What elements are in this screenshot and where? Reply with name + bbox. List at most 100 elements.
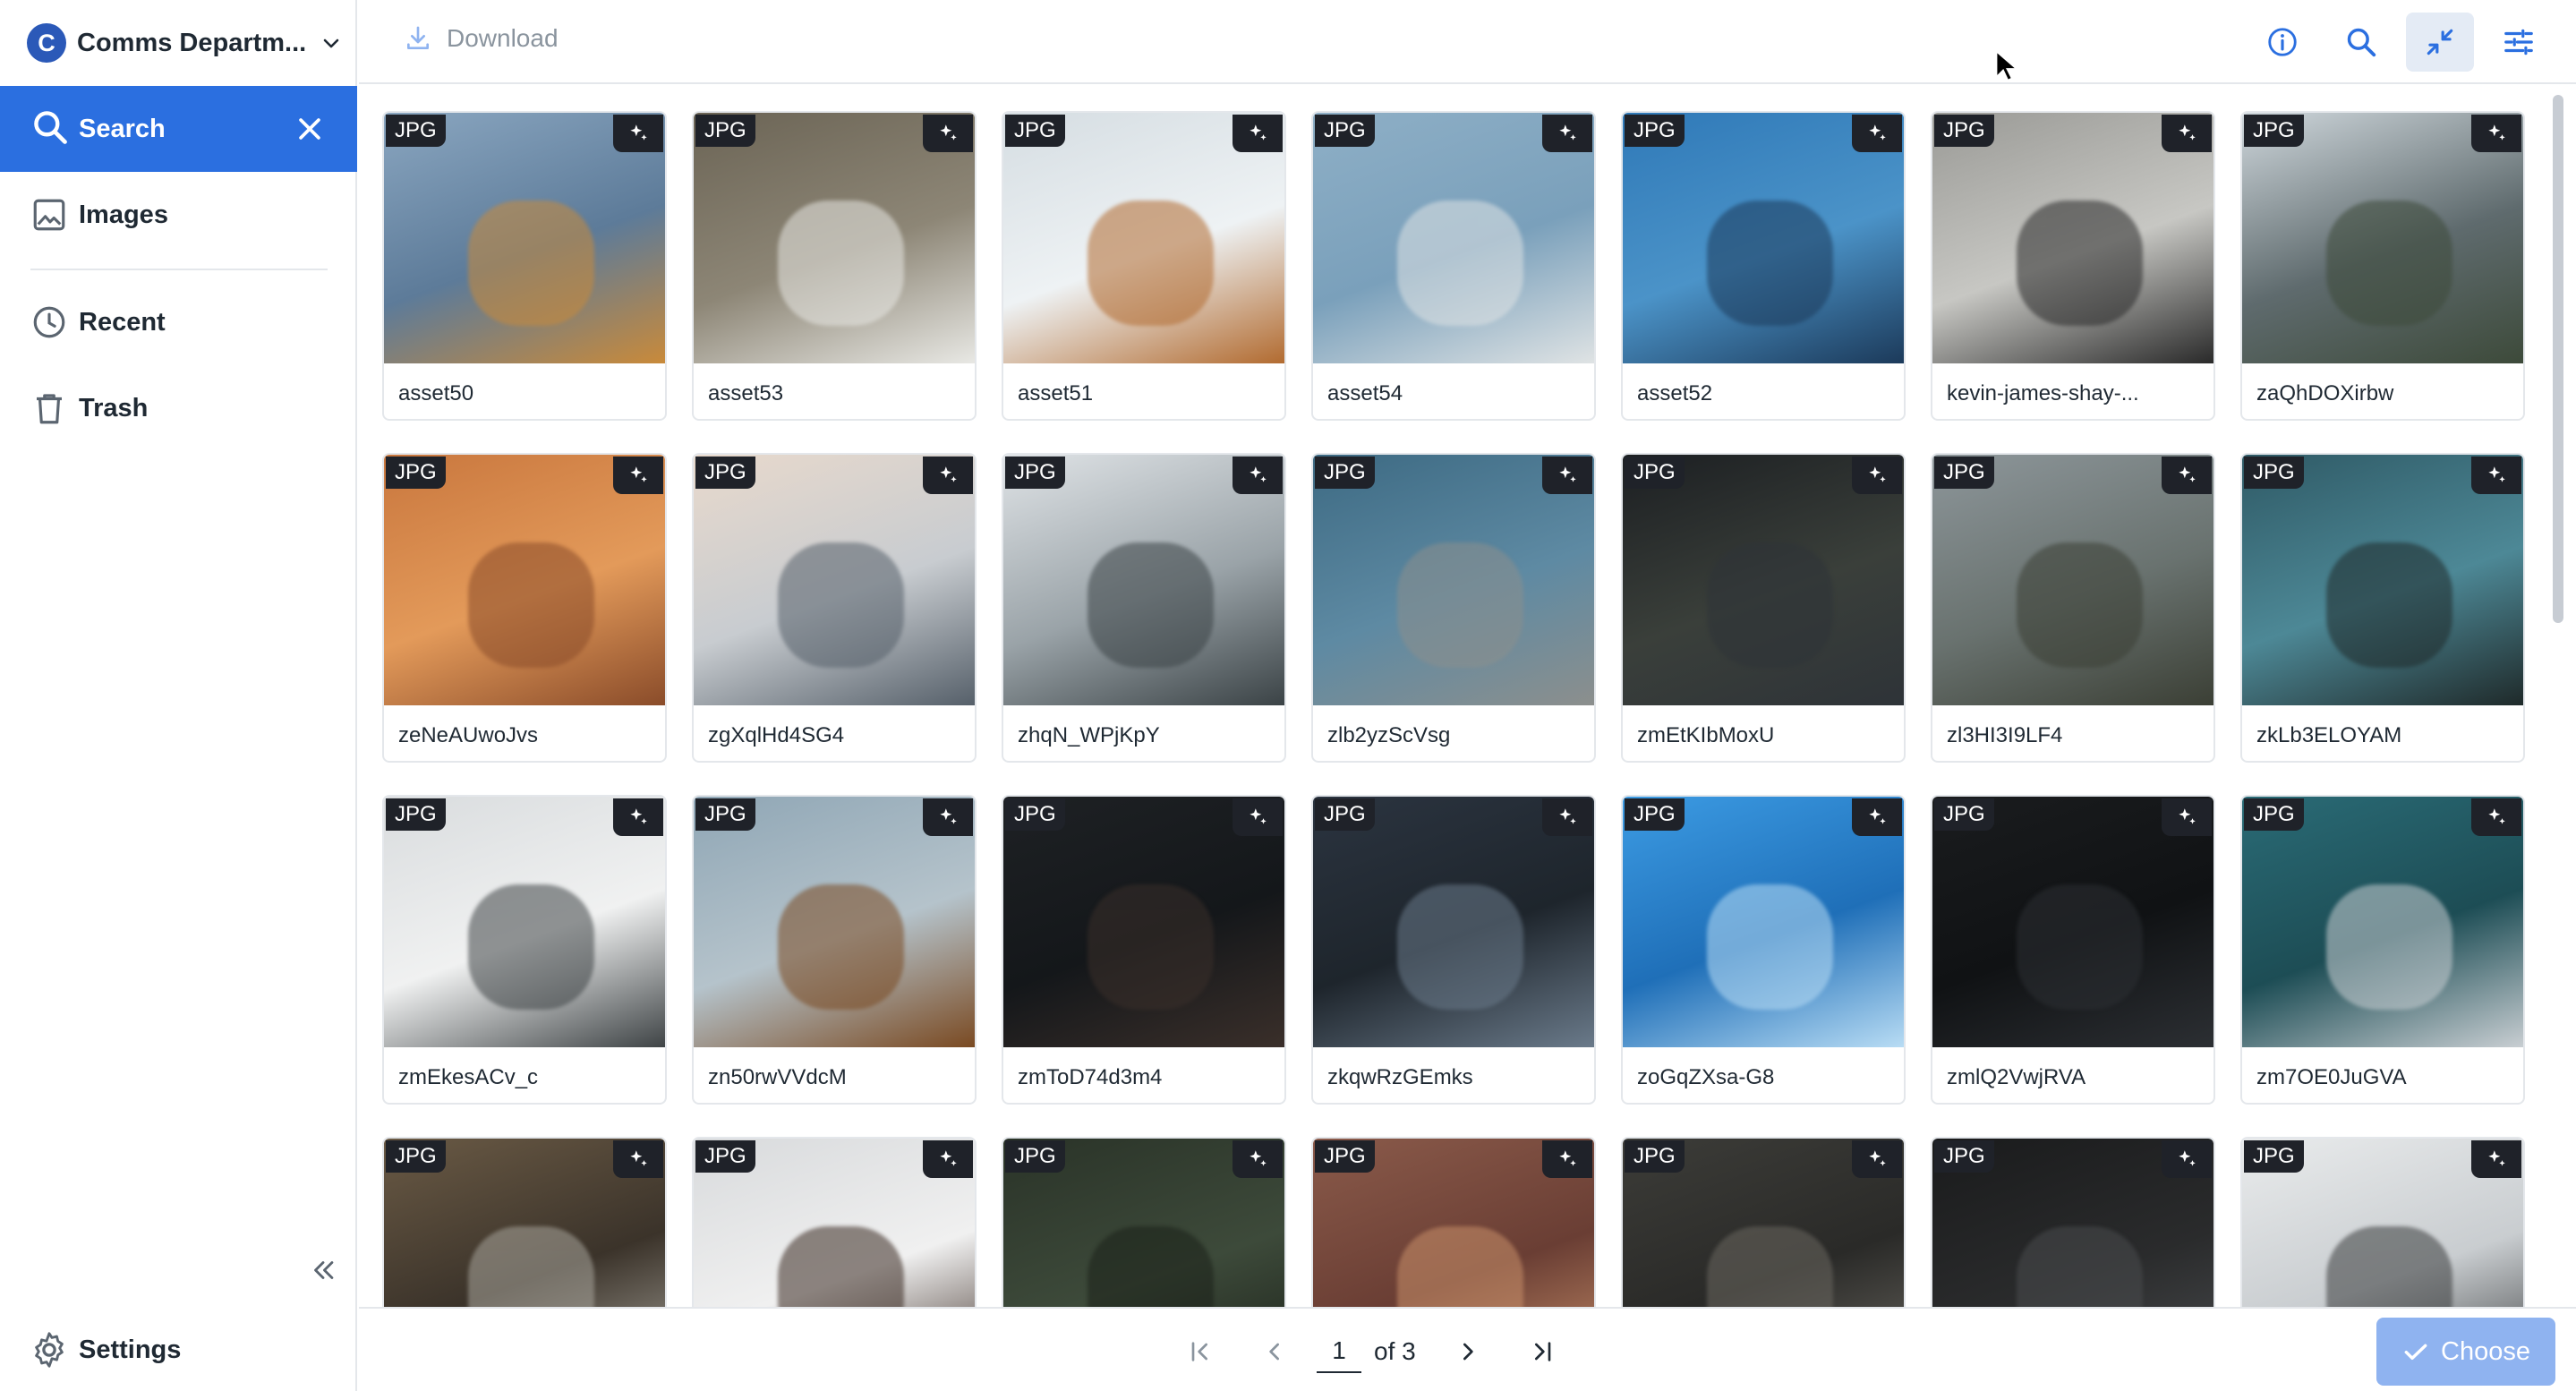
asset-card[interactable]: JPG asset52 — [1621, 111, 1906, 421]
asset-card[interactable]: JPG — [1931, 1137, 2215, 1307]
next-page-button[interactable] — [1449, 1334, 1485, 1370]
asset-card[interactable]: JPG zkLb3ELOYAM — [2240, 453, 2525, 763]
sparkle-icon[interactable] — [2162, 798, 2212, 836]
sparkle-icon[interactable] — [1542, 798, 1592, 836]
sparkle-icon[interactable] — [1233, 115, 1283, 152]
sparkle-icon[interactable] — [1542, 115, 1592, 152]
asset-card[interactable]: JPG — [692, 1137, 977, 1307]
sparkle-icon[interactable] — [2471, 457, 2521, 494]
choose-button[interactable]: Choose — [2376, 1318, 2555, 1386]
sparkle-icon[interactable] — [613, 457, 663, 494]
asset-thumbnail[interactable]: JPG — [1932, 1139, 2213, 1307]
sparkle-icon[interactable] — [1852, 798, 1902, 836]
asset-thumbnail[interactable]: JPG — [1932, 797, 2213, 1047]
asset-card[interactable]: JPG zlb2yzScVsg — [1311, 453, 1596, 763]
asset-card[interactable]: JPG — [1621, 1137, 1906, 1307]
sparkle-icon[interactable] — [2162, 457, 2212, 494]
scrollbar-thumb[interactable] — [2553, 95, 2563, 623]
collapse-sidebar-icon[interactable] — [308, 1255, 338, 1285]
sparkle-icon[interactable] — [2162, 1140, 2212, 1178]
asset-card[interactable]: JPG zoGqZXsa-G8 — [1621, 795, 1906, 1105]
sidebar-item-search[interactable]: Search — [0, 86, 357, 172]
info-button[interactable] — [2248, 13, 2316, 72]
sparkle-icon[interactable] — [613, 1140, 663, 1178]
asset-card[interactable]: JPG — [2240, 1137, 2525, 1307]
asset-thumbnail[interactable]: JPG — [694, 1139, 975, 1307]
asset-card[interactable]: JPG — [1002, 1137, 1286, 1307]
asset-thumbnail[interactable]: JPG — [2242, 797, 2523, 1047]
asset-thumbnail[interactable]: JPG — [1003, 1139, 1284, 1307]
sparkle-icon[interactable] — [923, 1140, 973, 1178]
sparkle-icon[interactable] — [1233, 1140, 1283, 1178]
download-button[interactable]: Download — [404, 24, 559, 53]
sparkle-icon[interactable] — [2162, 115, 2212, 152]
asset-card[interactable]: JPG zeNeAUwoJvs — [382, 453, 667, 763]
sparkle-icon[interactable] — [1542, 457, 1592, 494]
asset-card[interactable]: JPG kevin-james-shay-... — [1931, 111, 2215, 421]
sparkle-icon[interactable] — [1233, 798, 1283, 836]
asset-card[interactable]: JPG asset54 — [1311, 111, 1596, 421]
asset-thumbnail[interactable]: JPG — [1313, 1139, 1594, 1307]
sidebar-item-recent[interactable]: Recent — [0, 285, 357, 360]
asset-thumbnail[interactable]: JPG — [384, 797, 665, 1047]
sparkle-icon[interactable] — [1233, 457, 1283, 494]
asset-card[interactable]: JPG asset51 — [1002, 111, 1286, 421]
asset-thumbnail[interactable]: JPG — [384, 1139, 665, 1307]
workspace-switcher[interactable]: C Comms Departm... — [27, 20, 342, 66]
asset-card[interactable]: JPG zkqwRzGEmks — [1311, 795, 1596, 1105]
sparkle-icon[interactable] — [2471, 115, 2521, 152]
asset-card[interactable]: JPG zm7OE0JuGVA — [2240, 795, 2525, 1105]
sidebar-item-trash[interactable]: Trash — [0, 371, 357, 446]
asset-thumbnail[interactable]: JPG — [1313, 797, 1594, 1047]
asset-card[interactable]: JPG zmEtKIbMoxU — [1621, 453, 1906, 763]
asset-thumbnail[interactable]: JPG — [1003, 113, 1284, 363]
sparkle-icon[interactable] — [923, 798, 973, 836]
sparkle-icon[interactable] — [1852, 1140, 1902, 1178]
sparkle-icon[interactable] — [2471, 798, 2521, 836]
asset-thumbnail[interactable]: JPG — [384, 455, 665, 705]
asset-card[interactable]: JPG — [382, 1137, 667, 1307]
asset-thumbnail[interactable]: JPG — [1003, 797, 1284, 1047]
asset-card[interactable]: JPG zmlQ2VwjRVA — [1931, 795, 2215, 1105]
asset-thumbnail[interactable]: JPG — [694, 113, 975, 363]
asset-card[interactable]: JPG asset53 — [692, 111, 977, 421]
sparkle-icon[interactable] — [1852, 457, 1902, 494]
asset-thumbnail[interactable]: JPG — [1932, 113, 2213, 363]
first-page-button[interactable] — [1182, 1334, 1218, 1370]
sparkle-icon[interactable] — [1542, 1140, 1592, 1178]
prev-page-button[interactable] — [1258, 1334, 1293, 1370]
asset-thumbnail[interactable]: JPG — [1313, 113, 1594, 363]
asset-card[interactable]: JPG zgXqlHd4SG4 — [692, 453, 977, 763]
sparkle-icon[interactable] — [613, 115, 663, 152]
search-button[interactable] — [2327, 13, 2395, 72]
asset-thumbnail[interactable]: JPG — [2242, 113, 2523, 363]
asset-thumbnail[interactable]: JPG — [1623, 455, 1904, 705]
asset-thumbnail[interactable]: JPG — [1623, 1139, 1904, 1307]
asset-thumbnail[interactable]: JPG — [694, 797, 975, 1047]
close-icon[interactable] — [294, 114, 325, 144]
last-page-button[interactable] — [1524, 1334, 1560, 1370]
asset-thumbnail[interactable]: JPG — [1623, 797, 1904, 1047]
asset-thumbnail[interactable]: JPG — [1932, 455, 2213, 705]
asset-thumbnail[interactable]: JPG — [384, 113, 665, 363]
sidebar-item-images[interactable]: Images — [0, 177, 357, 252]
sparkle-icon[interactable] — [1852, 115, 1902, 152]
asset-thumbnail[interactable]: JPG — [1313, 455, 1594, 705]
sidebar-item-settings[interactable]: Settings — [0, 1312, 357, 1387]
sparkle-icon[interactable] — [923, 115, 973, 152]
asset-thumbnail[interactable]: JPG — [694, 455, 975, 705]
filter-button[interactable] — [2485, 13, 2553, 72]
asset-card[interactable]: JPG — [1311, 1137, 1596, 1307]
sparkle-icon[interactable] — [2471, 1140, 2521, 1178]
asset-thumbnail[interactable]: JPG — [1003, 455, 1284, 705]
asset-card[interactable]: JPG zaQhDOXirbw — [2240, 111, 2525, 421]
asset-thumbnail[interactable]: JPG — [2242, 1139, 2523, 1307]
asset-card[interactable]: JPG zl3HI3I9LF4 — [1931, 453, 2215, 763]
asset-thumbnail[interactable]: JPG — [1623, 113, 1904, 363]
sparkle-icon[interactable] — [923, 457, 973, 494]
asset-thumbnail[interactable]: JPG — [2242, 455, 2523, 705]
asset-card[interactable]: JPG zn50rwVVdcM — [692, 795, 977, 1105]
asset-card[interactable]: JPG zmEkesACv_c — [382, 795, 667, 1105]
asset-card[interactable]: JPG asset50 — [382, 111, 667, 421]
sparkle-icon[interactable] — [613, 798, 663, 836]
